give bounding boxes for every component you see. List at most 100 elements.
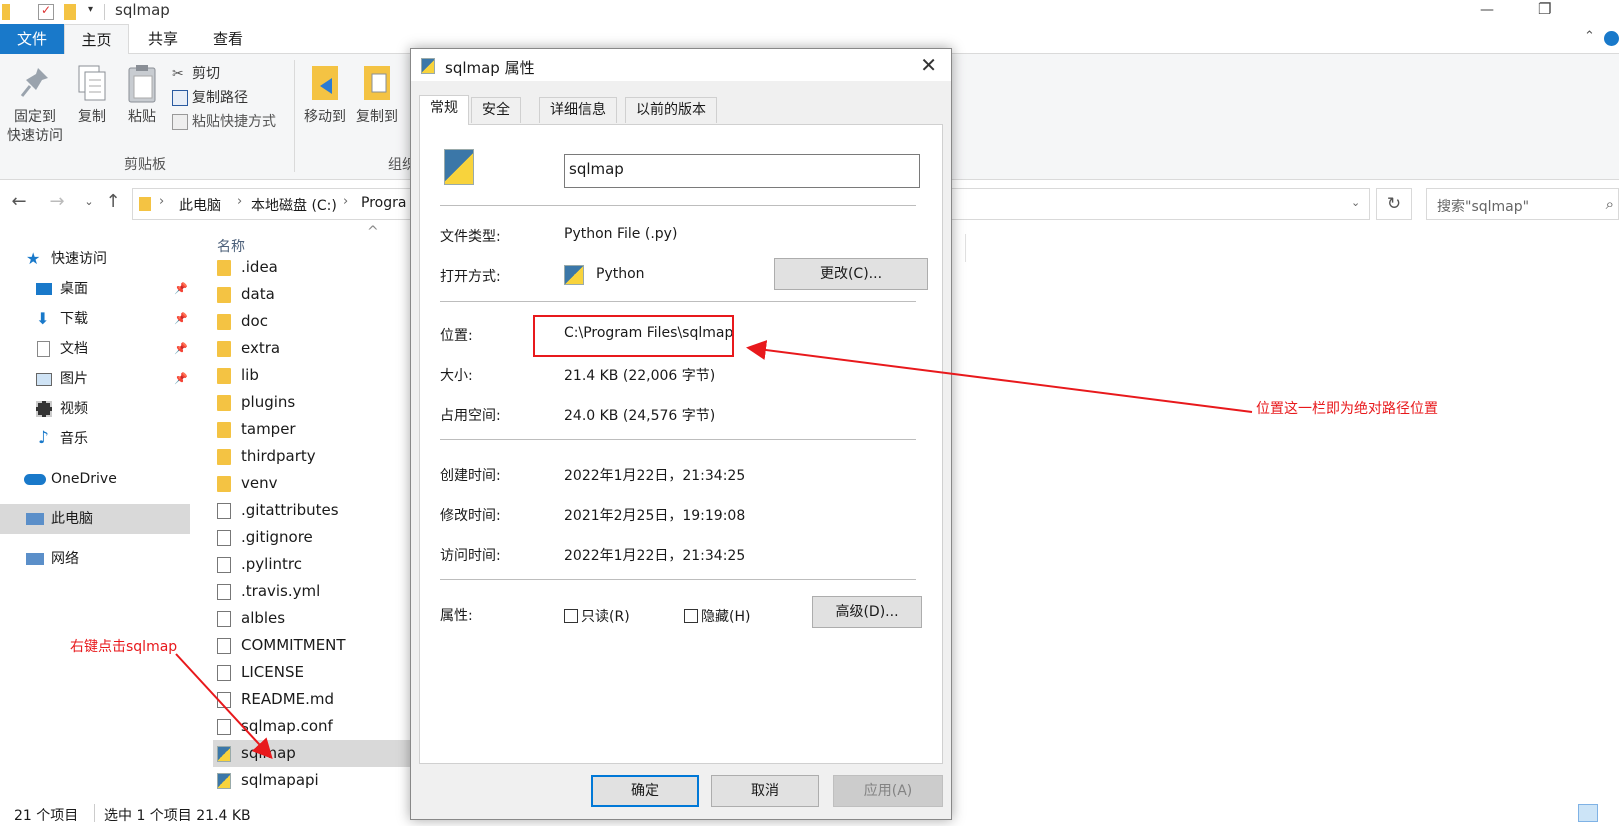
- sidebar-item-this-pc[interactable]: 此电脑: [0, 504, 190, 534]
- opens-with-value: Python: [596, 266, 645, 282]
- sidebar-item-label: 图片: [60, 371, 88, 387]
- clipboard-group-label: 剪贴板: [124, 157, 166, 173]
- close-icon[interactable]: ✕: [920, 53, 937, 77]
- help-icon[interactable]: [1604, 31, 1619, 46]
- window-title: sqlmap: [115, 1, 170, 19]
- sidebar-item-quick-access[interactable]: ★ 快速访问: [0, 244, 190, 274]
- address-dropdown-icon[interactable]: ⌄: [1351, 196, 1360, 209]
- file-name-field[interactable]: sqlmap: [564, 154, 920, 188]
- file-name: sqlmap: [241, 744, 296, 762]
- pin-icon[interactable]: 📌: [174, 364, 188, 394]
- apply-button[interactable]: 应用(A): [833, 775, 943, 807]
- search-input[interactable]: 搜索"sqlmap": [1437, 196, 1529, 216]
- type-label: 文件类型:: [440, 229, 501, 245]
- folder-icon: [217, 260, 231, 276]
- sidebar-item-music[interactable]: ♪ 音乐: [0, 424, 190, 454]
- sidebar-item-desktop[interactable]: 桌面 📌: [0, 274, 190, 304]
- properties-icon[interactable]: ✓: [38, 3, 54, 20]
- new-folder-icon[interactable]: [64, 4, 76, 20]
- collapse-ribbon-icon[interactable]: ⌃: [1584, 29, 1595, 44]
- refresh-button[interactable]: ↻: [1376, 188, 1412, 220]
- advanced-button[interactable]: 高级(D)...: [812, 596, 922, 628]
- hidden-label: 隐藏(H): [701, 609, 751, 625]
- network-icon: [26, 553, 44, 565]
- copy-icon: [78, 65, 106, 101]
- cancel-button[interactable]: 取消: [711, 775, 819, 807]
- tab-share[interactable]: 共享: [131, 24, 195, 54]
- tab-file[interactable]: 文件: [0, 24, 64, 54]
- sidebar-item-downloads[interactable]: ⬇ 下载 📌: [0, 304, 190, 334]
- minimize-button[interactable]: —: [1480, 2, 1494, 18]
- copy-to-button[interactable]: 复制到: [352, 64, 402, 127]
- pin-icon[interactable]: 📌: [174, 304, 188, 334]
- file-name: LICENSE: [241, 663, 304, 681]
- tab-home[interactable]: 主页: [64, 24, 129, 54]
- sidebar-item-network[interactable]: 网络: [0, 544, 190, 574]
- tab-security[interactable]: 安全: [471, 97, 521, 123]
- paste-button[interactable]: 粘贴: [120, 64, 164, 127]
- hidden-checkbox[interactable]: 隐藏(H): [684, 606, 750, 626]
- breadcrumb-this-pc[interactable]: 此电脑: [179, 195, 221, 215]
- readonly-checkbox[interactable]: 只读(R): [564, 606, 630, 626]
- folder-icon: [217, 476, 231, 492]
- pin-label-line1: 固定到: [14, 109, 56, 125]
- created-label: 创建时间:: [440, 468, 501, 484]
- cut-button[interactable]: ✂ 剪切: [172, 63, 220, 85]
- sidebar-item-label: 音乐: [60, 431, 88, 447]
- folder-icon: [139, 197, 151, 211]
- checkbox-box[interactable]: [564, 609, 578, 623]
- details-view-icon[interactable]: [1578, 804, 1598, 822]
- forward-button[interactable]: →: [46, 190, 68, 214]
- file-icon: [217, 557, 231, 573]
- breadcrumb-separator-icon[interactable]: ›: [159, 194, 164, 209]
- sidebar-item-pictures[interactable]: 图片 📌: [0, 364, 190, 394]
- tab-general[interactable]: 常规: [419, 95, 469, 125]
- pin-icon[interactable]: 📌: [174, 334, 188, 364]
- opens-with-label: 打开方式:: [440, 269, 501, 285]
- location-highlight-box: [533, 315, 734, 357]
- column-header-name[interactable]: 名称: [217, 236, 245, 256]
- sidebar-item-videos[interactable]: 视频: [0, 394, 190, 424]
- refresh-icon: ↻: [1386, 194, 1402, 214]
- folder-icon: [217, 314, 231, 330]
- tab-details[interactable]: 详细信息: [539, 97, 617, 123]
- customize-quick-access-icon[interactable]: ▾: [88, 4, 104, 20]
- modified-label: 修改时间:: [440, 508, 501, 524]
- breadcrumb-local-disk[interactable]: 本地磁盘 (C:): [251, 195, 337, 215]
- file-name: .travis.yml: [241, 582, 321, 600]
- move-to-button[interactable]: 移动到: [300, 64, 350, 127]
- search-icon: ⌕: [1605, 195, 1614, 213]
- folder-icon: [217, 368, 231, 384]
- divider: [440, 439, 916, 440]
- breadcrumb-program-files[interactable]: Progra: [361, 195, 406, 211]
- change-button[interactable]: 更改(C)...: [774, 258, 928, 290]
- up-button[interactable]: ↑: [102, 190, 124, 214]
- search-box[interactable]: 搜索"sqlmap" ⌕: [1426, 188, 1619, 220]
- pin-icon[interactable]: 📌: [174, 274, 188, 304]
- file-name: .gitignore: [241, 528, 313, 546]
- checkbox-box[interactable]: [684, 609, 698, 623]
- paste-shortcut-label: 粘贴快捷方式: [192, 114, 276, 130]
- file-name: sqlmapapi: [241, 771, 319, 789]
- ok-button[interactable]: 确定: [591, 775, 699, 807]
- back-button[interactable]: ←: [8, 190, 30, 214]
- scissors-icon: ✂: [172, 66, 184, 82]
- pin-to-quick-access-button[interactable]: 固定到 快速访问: [6, 64, 64, 146]
- pin-icon: [20, 68, 48, 97]
- copy-path-button[interactable]: 复制路径: [172, 87, 248, 109]
- breadcrumb-separator-icon[interactable]: ›: [237, 194, 242, 209]
- file-name: COMMITMENT: [241, 636, 346, 654]
- paste-shortcut-button[interactable]: 粘贴快捷方式: [172, 111, 276, 133]
- sidebar-item-onedrive[interactable]: OneDrive: [0, 464, 190, 494]
- tab-previous-versions[interactable]: 以前的版本: [625, 97, 717, 123]
- recent-locations-button[interactable]: ⌄: [78, 190, 100, 214]
- tab-view[interactable]: 查看: [196, 24, 260, 54]
- sidebar-item-documents[interactable]: 文档 📌: [0, 334, 190, 364]
- copy-button[interactable]: 复制: [70, 64, 114, 127]
- download-icon: ⬇: [36, 309, 50, 328]
- item-count: 21 个项目: [14, 808, 79, 824]
- file-name: .gitattributes: [241, 501, 339, 519]
- breadcrumb-separator-icon[interactable]: ›: [343, 194, 348, 209]
- restore-button[interactable]: ❐: [1538, 0, 1551, 18]
- paste-icon: [128, 65, 156, 103]
